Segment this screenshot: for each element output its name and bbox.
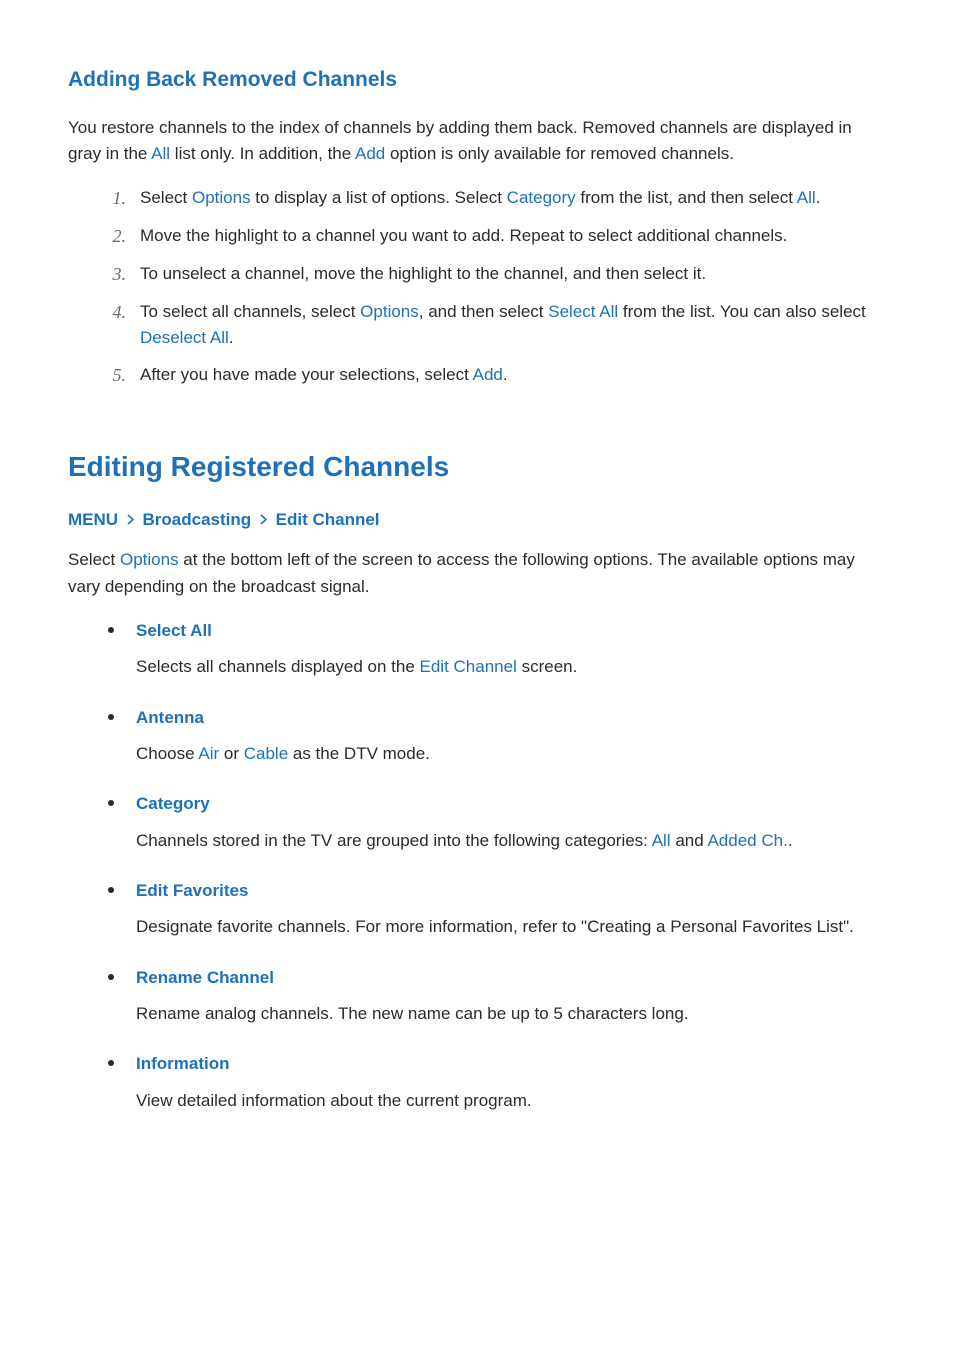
- breadcrumb-item-broadcasting: Broadcasting: [143, 510, 252, 529]
- step-number: 1.: [108, 185, 126, 213]
- text: as the DTV mode.: [288, 744, 430, 763]
- bullet-icon: [108, 627, 114, 633]
- list-item: 5. After you have made your selections, …: [108, 362, 886, 390]
- keyword-all: All: [151, 144, 170, 163]
- chevron-right-icon: [123, 507, 138, 533]
- keyword-all: All: [797, 188, 816, 207]
- text: After you have made your selections, sel…: [140, 365, 473, 384]
- keyword-add: Add: [355, 144, 385, 163]
- chevron-right-icon: [256, 507, 271, 533]
- bullet-list: Select All Selects all channels displaye…: [68, 618, 886, 1132]
- bullet-icon: [108, 974, 114, 980]
- item-desc: View detailed information about the curr…: [136, 1088, 886, 1114]
- list-item: Antenna Choose Air or Cable as the DTV m…: [108, 705, 886, 786]
- list-item: Information View detailed information ab…: [108, 1051, 886, 1132]
- text: at the bottom left of the screen to acce…: [68, 550, 855, 595]
- item-title-category: Category: [136, 791, 886, 817]
- text: option is only available for removed cha…: [385, 144, 734, 163]
- list-item: Select All Selects all channels displaye…: [108, 618, 886, 699]
- step-text: Move the highlight to a channel you want…: [140, 223, 886, 251]
- list-item: 1. Select Options to display a list of o…: [108, 185, 886, 213]
- keyword-add: Add: [473, 365, 503, 384]
- step-number: 3.: [108, 261, 126, 289]
- item-title-information: Information: [136, 1051, 886, 1077]
- list-item: 2. Move the highlight to a channel you w…: [108, 223, 886, 251]
- text: Select: [140, 188, 192, 207]
- item-title-edit-favorites: Edit Favorites: [136, 878, 886, 904]
- text: screen.: [517, 657, 577, 676]
- keyword-deselect-all: Deselect All: [140, 328, 229, 347]
- keyword-options: Options: [120, 550, 179, 569]
- section-heading-adding-back: Adding Back Removed Channels: [68, 64, 886, 97]
- text: to display a list of options. Select: [251, 188, 507, 207]
- step-text: Select Options to display a list of opti…: [140, 185, 886, 213]
- text: .: [503, 365, 508, 384]
- text: Choose: [136, 744, 198, 763]
- item-desc: Channels stored in the TV are grouped in…: [136, 828, 886, 854]
- breadcrumb: MENU Broadcasting Edit Channel: [68, 507, 886, 533]
- item-title-select-all: Select All: [136, 618, 886, 644]
- item-title-antenna: Antenna: [136, 705, 886, 731]
- keyword-all: All: [652, 831, 671, 850]
- step-number: 4.: [108, 299, 126, 352]
- keyword-added-ch: Added Ch.: [707, 831, 787, 850]
- text: .: [788, 831, 793, 850]
- list-item: Edit Favorites Designate favorite channe…: [108, 878, 886, 959]
- step-text: After you have made your selections, sel…: [140, 362, 886, 390]
- breadcrumb-item-menu: MENU: [68, 510, 118, 529]
- item-desc: Designate favorite channels. For more in…: [136, 914, 886, 940]
- text: list only. In addition, the: [170, 144, 355, 163]
- step-text: To select all channels, select Options, …: [140, 299, 886, 352]
- keyword-air: Air: [198, 744, 219, 763]
- item-title-rename-channel: Rename Channel: [136, 965, 886, 991]
- keyword-options: Options: [192, 188, 251, 207]
- text: Channels stored in the TV are grouped in…: [136, 831, 652, 850]
- section-heading-editing: Editing Registered Channels: [68, 445, 886, 488]
- item-desc: Rename analog channels. The new name can…: [136, 1001, 886, 1027]
- list-item: 4. To select all channels, select Option…: [108, 299, 886, 352]
- text: from the list. You can also select: [618, 302, 866, 321]
- text: from the list, and then select: [576, 188, 797, 207]
- step-number: 5.: [108, 362, 126, 390]
- breadcrumb-item-edit-channel: Edit Channel: [276, 510, 380, 529]
- bullet-icon: [108, 800, 114, 806]
- bullet-icon: [108, 714, 114, 720]
- bullet-icon: [108, 887, 114, 893]
- text: or: [219, 744, 244, 763]
- intro-paragraph: Select Options at the bottom left of the…: [68, 547, 886, 600]
- list-item: Rename Channel Rename analog channels. T…: [108, 965, 886, 1046]
- numbered-list: 1. Select Options to display a list of o…: [68, 185, 886, 389]
- list-item: Category Channels stored in the TV are g…: [108, 791, 886, 872]
- text: To select all channels, select: [140, 302, 360, 321]
- item-desc: Choose Air or Cable as the DTV mode.: [136, 741, 886, 767]
- text: Select: [68, 550, 120, 569]
- text: , and then select: [419, 302, 548, 321]
- intro-paragraph: You restore channels to the index of cha…: [68, 115, 886, 168]
- text: and: [671, 831, 708, 850]
- text: .: [229, 328, 234, 347]
- text: Selects all channels displayed on the: [136, 657, 420, 676]
- step-text: To unselect a channel, move the highligh…: [140, 261, 886, 289]
- keyword-edit-channel: Edit Channel: [420, 657, 517, 676]
- step-number: 2.: [108, 223, 126, 251]
- keyword-category: Category: [507, 188, 576, 207]
- list-item: 3. To unselect a channel, move the highl…: [108, 261, 886, 289]
- bullet-icon: [108, 1060, 114, 1066]
- keyword-options: Options: [360, 302, 419, 321]
- keyword-cable: Cable: [244, 744, 288, 763]
- item-desc: Selects all channels displayed on the Ed…: [136, 654, 886, 680]
- text: .: [816, 188, 821, 207]
- keyword-select-all: Select All: [548, 302, 618, 321]
